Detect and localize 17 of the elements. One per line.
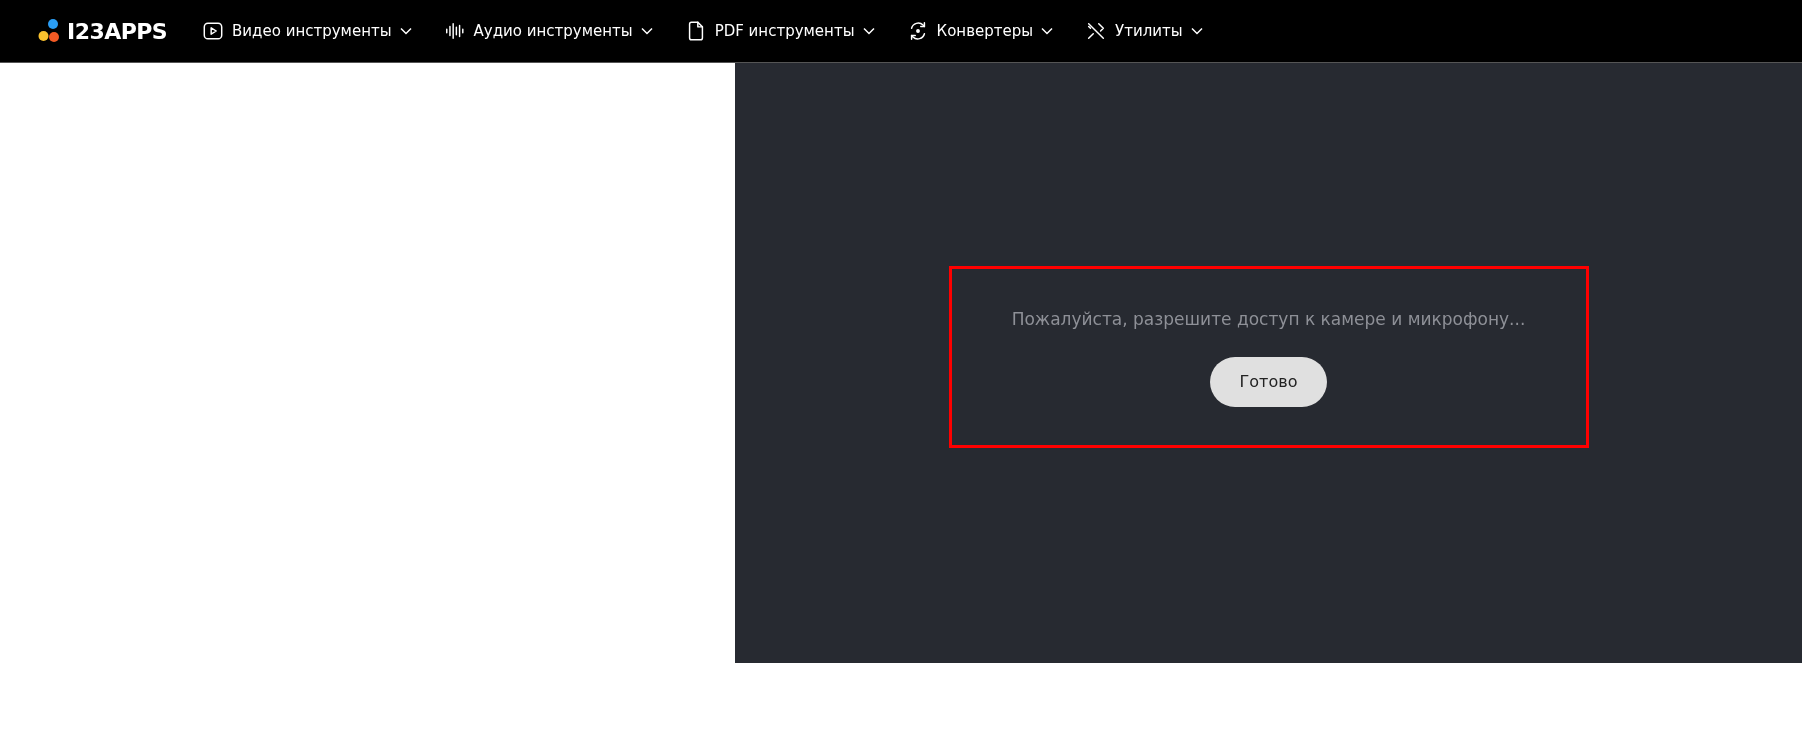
- chevron-down-icon: [640, 27, 653, 35]
- logo-text: I23APPS: [67, 17, 168, 46]
- nav-menu-item[interactable]: Аудио инструменты: [443, 19, 653, 43]
- chevron-down-icon: [1041, 27, 1054, 35]
- done-button[interactable]: Готово: [1210, 356, 1327, 407]
- nav-menu-item[interactable]: PDF инструменты: [684, 19, 875, 43]
- sound-wave-icon: [443, 20, 466, 42]
- chevron-down-icon: [1190, 27, 1203, 35]
- logo[interactable]: I23APPS: [38, 14, 168, 48]
- logo-dots-icon: [38, 18, 60, 44]
- permission-message: Пожалуйста, разрешите доступ к камере и микрофону...: [1011, 308, 1526, 332]
- nav-menu-item[interactable]: Утилиты: [1085, 19, 1203, 43]
- chevron-down-icon: [399, 27, 412, 35]
- nav-menu-item[interactable]: Видео инструменты: [202, 19, 412, 43]
- chevron-down-icon: [862, 27, 875, 35]
- play-icon: [202, 20, 225, 42]
- nav-menu-item[interactable]: Конвертеры: [906, 19, 1054, 43]
